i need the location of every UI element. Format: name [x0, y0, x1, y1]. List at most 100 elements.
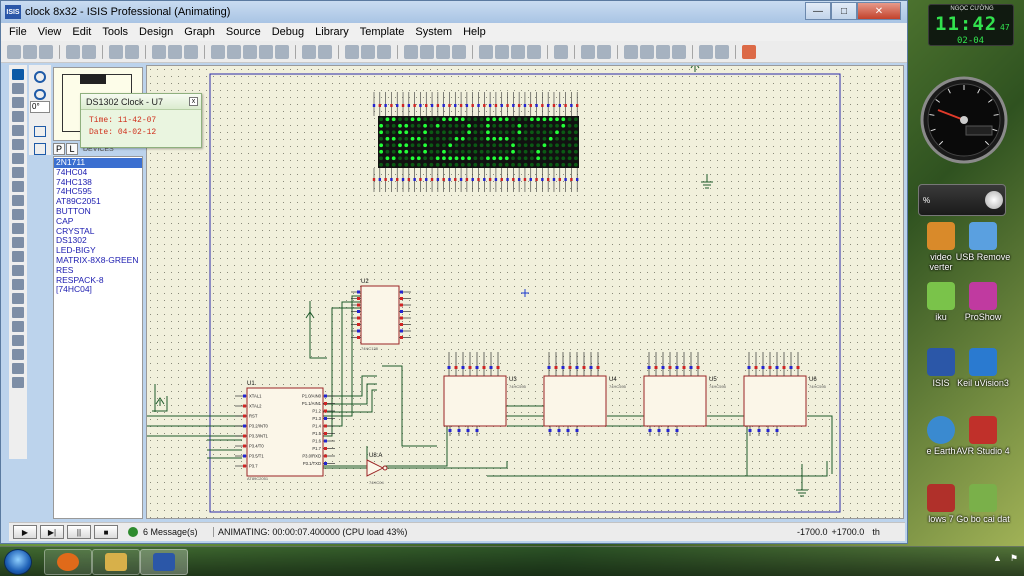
show-hidden-icons-button[interactable]: ▲ — [993, 553, 1002, 564]
marker-icon[interactable] — [12, 377, 24, 388]
text-icon[interactable] — [12, 349, 24, 360]
isis-app-icon[interactable]: ISIS — [5, 5, 21, 19]
remove-sheet-icon[interactable] — [640, 44, 654, 59]
box-icon[interactable] — [12, 293, 24, 304]
paste-icon[interactable] — [377, 44, 391, 59]
search-icon[interactable] — [581, 44, 595, 59]
cpu-gauge-gadget[interactable] — [918, 70, 1010, 170]
tape-recorder-icon[interactable] — [12, 209, 24, 220]
message-count[interactable]: 6 Message(s) — [143, 527, 207, 537]
menu-debug[interactable]: Debug — [272, 26, 304, 38]
menu-library[interactable]: Library — [315, 26, 349, 38]
desktop-icon-proshow[interactable]: ProShow — [952, 282, 1014, 322]
start-button[interactable] — [4, 549, 32, 575]
line-icon[interactable] — [12, 279, 24, 290]
rotate-anticlockwise-icon[interactable] — [34, 88, 46, 101]
volume-knob-icon[interactable] — [985, 191, 1003, 209]
current-probe-icon[interactable] — [12, 251, 24, 262]
action-center-icon[interactable]: ⚑ — [1010, 553, 1018, 564]
taskbar-firefox[interactable] — [44, 549, 92, 575]
arc-icon[interactable] — [12, 321, 24, 332]
stop-button[interactable]: ■ — [94, 525, 118, 539]
import-icon[interactable] — [66, 44, 80, 59]
packaging-icon[interactable] — [511, 44, 525, 59]
generator-icon[interactable] — [12, 223, 24, 234]
list-item[interactable]: [74HC04] — [54, 285, 142, 295]
make-device-icon[interactable] — [495, 44, 509, 59]
block-copy-icon[interactable] — [404, 44, 418, 59]
origin-icon[interactable] — [184, 44, 198, 59]
copy-icon[interactable] — [361, 44, 375, 59]
ds1302-popup[interactable]: DS1302 Clock - U7 x Time: 11-42-07 Date:… — [80, 93, 202, 148]
menu-tools[interactable]: Tools — [102, 26, 128, 38]
menu-help[interactable]: Help — [463, 26, 486, 38]
menu-template[interactable]: Template — [360, 26, 405, 38]
bill-of-materials-icon[interactable] — [699, 44, 713, 59]
junction-dot-icon[interactable] — [12, 97, 24, 108]
menu-graph[interactable]: Graph — [184, 26, 215, 38]
menu-edit[interactable]: Edit — [72, 26, 91, 38]
zoom-area-icon[interactable] — [275, 44, 289, 59]
graph-mode-icon[interactable] — [12, 195, 24, 206]
mirror-x-icon[interactable] — [34, 125, 46, 138]
menu-file[interactable]: File — [9, 26, 27, 38]
rotation-angle-field[interactable]: 0° — [30, 101, 50, 113]
print-area-icon[interactable] — [125, 44, 139, 59]
minimize-button[interactable]: — — [805, 2, 831, 20]
goto-sheet-icon[interactable] — [656, 44, 670, 59]
new-sheet-icon[interactable] — [624, 44, 638, 59]
open-file-icon[interactable] — [23, 44, 37, 59]
desktop-icon-avr-studio[interactable]: AVR Studio 4 — [952, 416, 1014, 456]
block-move-icon[interactable] — [420, 44, 434, 59]
cut-icon[interactable] — [345, 44, 359, 59]
desktop-icon-go-bo-cai-dat[interactable]: Go bo cai dat — [952, 484, 1014, 524]
desktop-icon-keil[interactable]: Keil uVision3 — [952, 348, 1014, 388]
circle-icon[interactable] — [12, 307, 24, 318]
zoom-in-icon[interactable] — [227, 44, 241, 59]
popup-close-button[interactable]: x — [189, 97, 198, 106]
save-icon[interactable] — [39, 44, 53, 59]
menu-design[interactable]: Design — [139, 26, 173, 38]
maximize-button[interactable]: □ — [831, 2, 857, 20]
selection-mode-icon[interactable] — [12, 69, 24, 80]
virtual-instruments-icon[interactable] — [12, 265, 24, 276]
zoom-all-icon[interactable] — [259, 44, 273, 59]
text-script-icon[interactable] — [12, 125, 24, 136]
electrical-check-icon[interactable] — [715, 44, 729, 59]
units-label[interactable]: th — [872, 527, 880, 537]
pick-devices-button[interactable]: P — [53, 143, 65, 155]
schematic-canvas[interactable]: U2 74HC138 U1 AT89C2051 XTAL1 XTAL2 RST P3.… — [146, 65, 904, 519]
menu-source[interactable]: Source — [226, 26, 261, 38]
step-button[interactable]: ▶| — [40, 525, 64, 539]
exit-parent-icon[interactable] — [672, 44, 686, 59]
pick-device-icon[interactable] — [479, 44, 493, 59]
undo-icon[interactable] — [302, 44, 316, 59]
subcircuit-icon[interactable] — [12, 153, 24, 164]
property-tool-icon[interactable] — [597, 44, 611, 59]
refresh-icon[interactable] — [152, 44, 166, 59]
close-button[interactable]: ✕ — [857, 2, 901, 20]
print-icon[interactable] — [109, 44, 123, 59]
terminals-icon[interactable] — [12, 167, 24, 178]
clock-gadget[interactable]: NGỌC CƯỜNG 11:42 47 02-04 — [928, 4, 1014, 46]
menu-view[interactable]: View — [38, 26, 62, 38]
taskbar-isis[interactable] — [140, 549, 188, 575]
component-mode-icon[interactable] — [12, 83, 24, 94]
device-list[interactable]: 2N1711 74HC04 74HC138 74HC595 AT89C2051 … — [53, 156, 143, 519]
mirror-y-icon[interactable] — [34, 143, 46, 155]
block-delete-icon[interactable] — [452, 44, 466, 59]
block-rotate-icon[interactable] — [436, 44, 450, 59]
symbol-icon[interactable] — [12, 363, 24, 374]
voltage-probe-icon[interactable] — [12, 237, 24, 248]
volume-gadget[interactable]: % — [918, 184, 1006, 216]
title-bar[interactable]: ISIS clock 8x32 - ISIS Professional (Ani… — [1, 1, 907, 23]
ares-netlist-icon[interactable] — [742, 44, 756, 59]
grid-icon[interactable] — [168, 44, 182, 59]
message-status-icon[interactable] — [128, 527, 138, 537]
taskbar-explorer[interactable] — [92, 549, 140, 575]
redo-icon[interactable] — [318, 44, 332, 59]
library-manager-button[interactable]: L — [66, 143, 78, 155]
wire-label-icon[interactable] — [12, 111, 24, 122]
pause-button[interactable]: || — [67, 525, 91, 539]
menu-system[interactable]: System — [415, 26, 452, 38]
